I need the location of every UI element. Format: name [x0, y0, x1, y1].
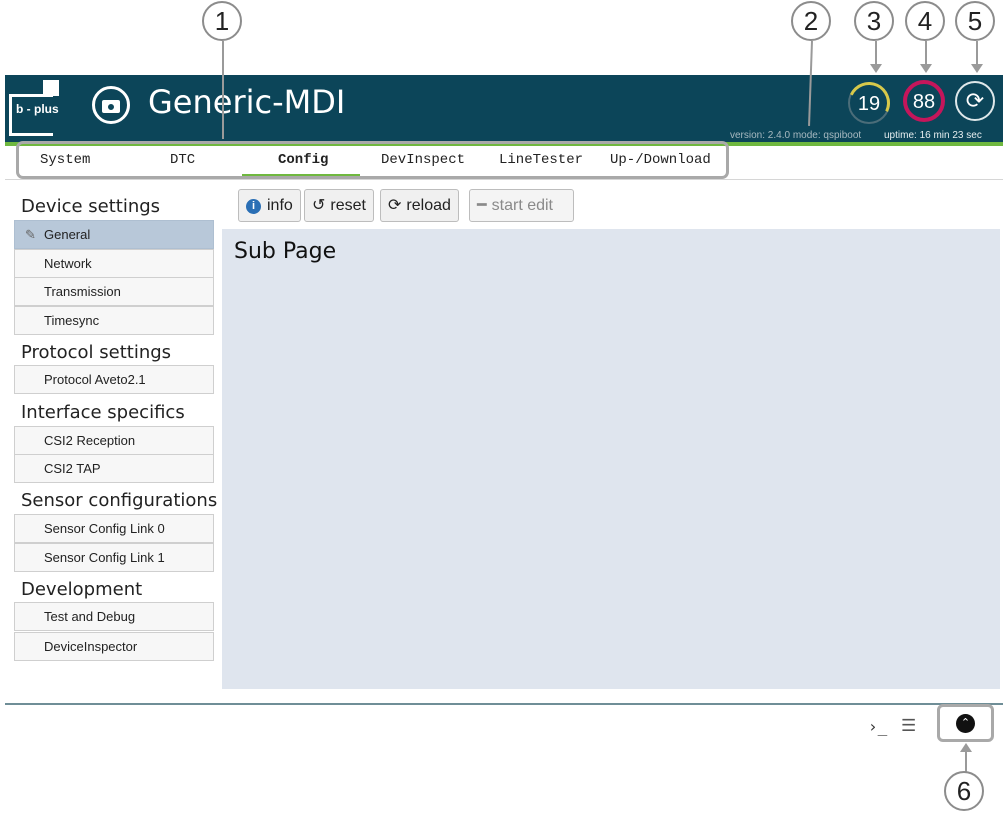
terminal-icon[interactable]: ›_	[868, 717, 887, 736]
memory-load-value: 88	[912, 91, 936, 113]
callout-4-leader	[925, 41, 927, 65]
callout-3-leader	[875, 41, 877, 65]
uptime-info: uptime: 16 min 23 sec	[884, 130, 982, 141]
camera-icon	[92, 86, 130, 124]
reload-icon: ⟳	[388, 197, 402, 214]
list-icon[interactable]: ☰	[901, 716, 916, 736]
info-icon: i	[246, 199, 261, 214]
footer-divider	[5, 703, 1003, 705]
sidebar-item-label: Test and Debug	[44, 609, 136, 624]
sidebar-item-protocol-aveto[interactable]: Protocol Aveto2.1	[14, 365, 214, 394]
info-button-label: info	[267, 197, 293, 214]
reload-button-label: reload	[406, 197, 451, 214]
sidebar-item-test-and-debug[interactable]: Test and Debug	[14, 602, 214, 631]
callout-5: 5	[955, 1, 995, 41]
cpu-load-value: 19	[857, 93, 881, 115]
callout-1-leader	[222, 41, 224, 139]
sidebar-item-label: Network	[44, 256, 92, 271]
callout-4: 4	[905, 1, 945, 41]
sidebar-item-general[interactable]: ✎ General	[14, 220, 214, 249]
reset-button-label: reset	[330, 197, 366, 214]
scroll-to-top-button[interactable]: ⌃	[956, 714, 975, 733]
callout-2: 2	[791, 1, 831, 41]
refresh-icon: ⟳	[965, 88, 985, 113]
callout-5-leader	[976, 41, 978, 65]
sidebar-item-label: Protocol Aveto2.1	[44, 372, 146, 387]
section-sensor-configurations: Sensor configurations	[21, 490, 218, 511]
reset-icon: ↺	[312, 197, 326, 214]
reset-button[interactable]: ↺ reset	[304, 189, 374, 222]
sidebar-item-label: Transmission	[44, 284, 121, 299]
logo-text: b - plus	[16, 102, 59, 116]
callout-3: 3	[854, 1, 894, 41]
callout-3-arrow	[870, 64, 882, 73]
sidebar-item-label: CSI2 Reception	[44, 433, 136, 448]
app-title: Generic-MDI	[148, 83, 346, 121]
refresh-button[interactable]: ⟳	[955, 81, 995, 121]
info-button[interactable]: i info	[238, 189, 301, 222]
sub-page-title: Sub Page	[234, 239, 337, 264]
callout-6-leader	[965, 751, 967, 773]
sidebar-item-sensor-link-0[interactable]: Sensor Config Link 0	[14, 514, 214, 543]
sidebar-item-network[interactable]: Network	[14, 249, 214, 278]
callout-6: 6	[944, 771, 984, 811]
section-interface-specifics: Interface specifics	[21, 402, 185, 423]
sidebar-item-deviceinspector[interactable]: DeviceInspector	[14, 632, 214, 661]
pencil-icon: ✎	[25, 227, 36, 242]
sidebar-item-label: CSI2 TAP	[44, 461, 101, 476]
start-edit-button[interactable]: ━ start edit	[469, 189, 574, 222]
callout-frame-tabs	[16, 141, 729, 179]
section-protocol-settings: Protocol settings	[21, 342, 172, 363]
sidebar-item-sensor-link-1[interactable]: Sensor Config Link 1	[14, 543, 214, 572]
memory-load-gauge[interactable]: 88	[903, 80, 945, 122]
reload-button[interactable]: ⟳ reload	[380, 189, 459, 222]
sidebar-item-label: General	[44, 227, 91, 242]
callout-5-arrow	[971, 64, 983, 73]
sidebar-item-label: DeviceInspector	[44, 639, 138, 654]
cpu-load-gauge[interactable]: 19	[842, 76, 896, 130]
sidebar-item-csi2-tap[interactable]: CSI2 TAP	[14, 454, 214, 483]
callout-1: 1	[202, 1, 242, 41]
section-development: Development	[21, 579, 143, 600]
section-device-settings: Device settings	[21, 196, 161, 217]
chevron-up-icon: ⌃	[960, 717, 971, 729]
sidebar-item-label: Sensor Config Link 1	[44, 550, 165, 565]
sidebar-item-label: Sensor Config Link 0	[44, 521, 165, 536]
version-info: version: 2.4.0 mode: qspiboot	[730, 130, 862, 141]
sub-page-content	[222, 229, 1000, 689]
sidebar-item-transmission[interactable]: Transmission	[14, 277, 214, 306]
minus-icon: ━	[477, 197, 487, 214]
bplus-logo: b - plus	[9, 80, 63, 136]
sidebar-item-timesync[interactable]: Timesync	[14, 306, 214, 335]
sidebar-item-label: Timesync	[44, 313, 100, 328]
callout-4-arrow	[920, 64, 932, 73]
start-edit-label: start edit	[491, 197, 553, 214]
sidebar-item-csi2-reception[interactable]: CSI2 Reception	[14, 426, 214, 455]
